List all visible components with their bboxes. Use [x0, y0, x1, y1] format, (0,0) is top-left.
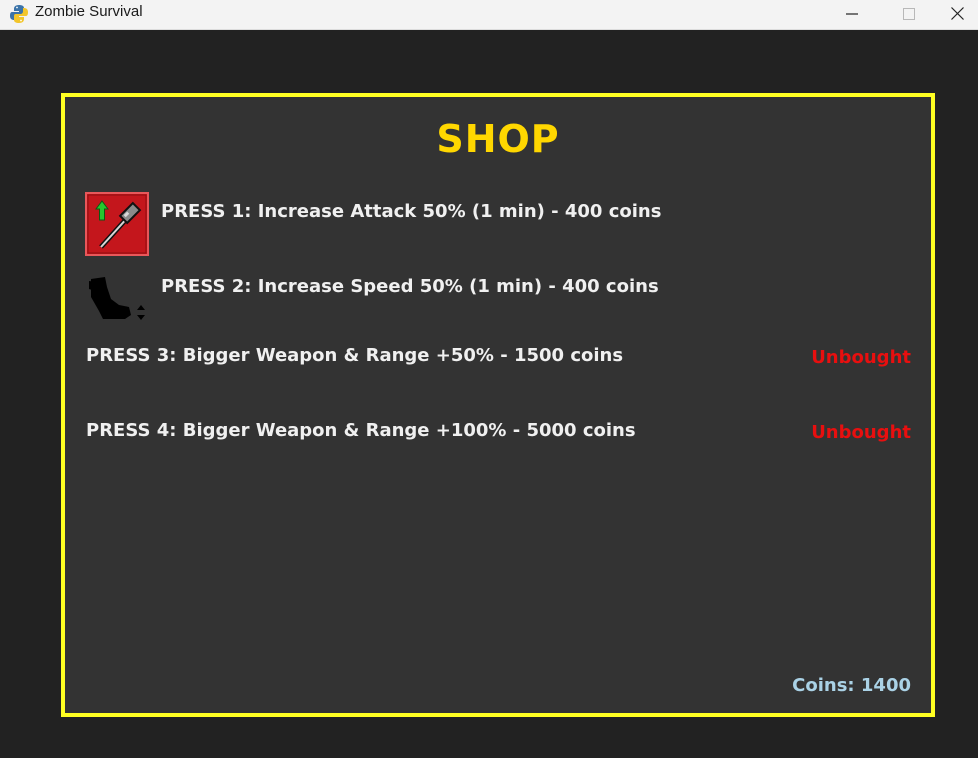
game-canvas: SHOP PRESS 1: Increase Attack 50% (1 min… [0, 30, 978, 758]
shop-item-weapon-50-status: Unbought [811, 347, 911, 368]
maximize-button[interactable] [881, 0, 937, 29]
coins-counter: Coins: 1400 [792, 675, 911, 696]
close-button[interactable] [936, 0, 978, 29]
minimize-icon [846, 5, 858, 24]
python-snake-icon [9, 4, 29, 24]
shop-title: SHOP [436, 117, 560, 161]
maximize-icon [903, 5, 915, 24]
shop-item-weapon-50-label: PRESS 3: Bigger Weapon & Range +50% - 15… [86, 345, 624, 366]
game-window: Zombie Survival SHOP PRESS 1: Increase A… [0, 0, 978, 758]
shop-panel: SHOP PRESS 1: Increase Attack 50% (1 min… [61, 93, 935, 717]
minimize-button[interactable] [824, 0, 880, 29]
close-icon [950, 5, 964, 24]
shop-item-weapon-100-status: Unbought [811, 422, 911, 443]
title-bar[interactable]: Zombie Survival [0, 0, 978, 30]
shop-item-speed-label: PRESS 2: Increase Speed 50% (1 min) - 40… [161, 276, 659, 297]
shop-item-attack-label: PRESS 1: Increase Attack 50% (1 min) - 4… [161, 201, 662, 222]
attack-boost-hammer-icon [85, 192, 149, 256]
shop-item-weapon-100-label: PRESS 4: Bigger Weapon & Range +100% - 5… [86, 420, 636, 441]
speed-boot-icon [85, 273, 151, 327]
window-title: Zombie Survival [35, 3, 143, 20]
